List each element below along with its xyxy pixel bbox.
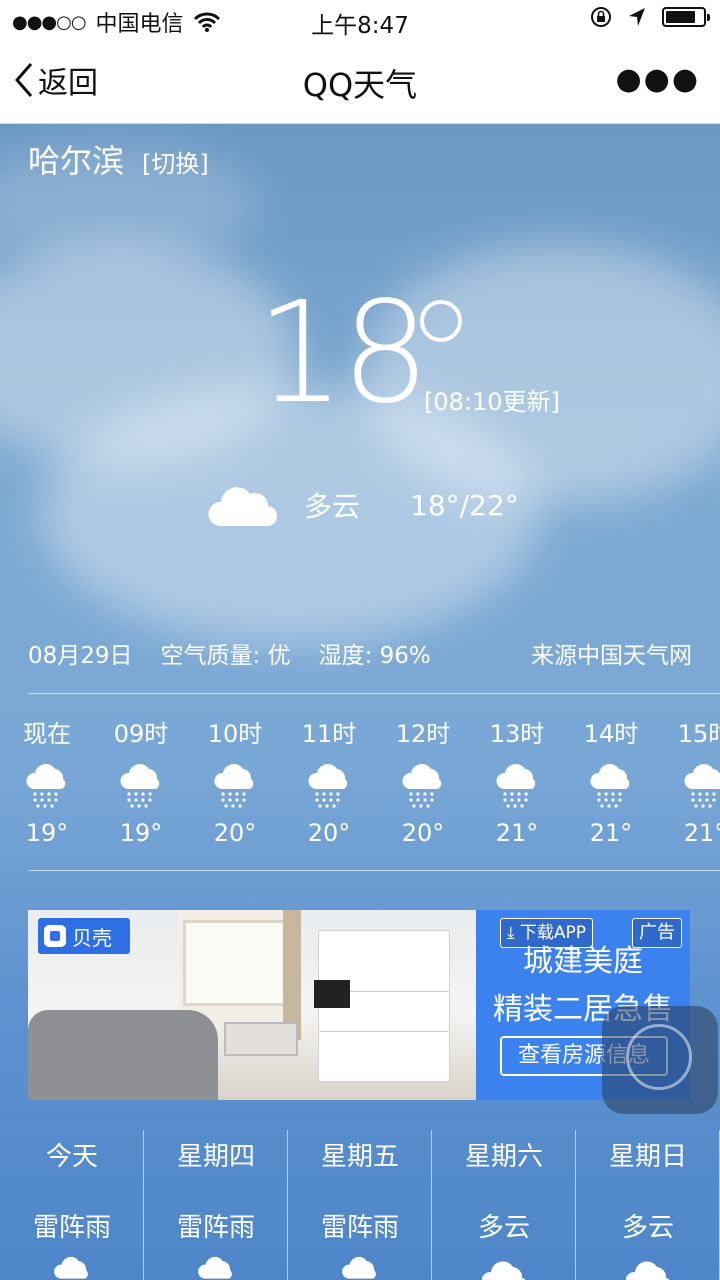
- date-text: 08月29日: [28, 643, 133, 669]
- location-arrow-icon: [629, 8, 645, 26]
- rotation-lock-icon: [591, 7, 611, 27]
- temperature-range: 18°/22°: [410, 488, 519, 522]
- day-label: 今天: [45, 1142, 98, 1172]
- more-icon[interactable]: ●●●: [615, 65, 700, 95]
- daily-item[interactable]: 今天 雷阵雨: [0, 1130, 144, 1280]
- battery-level: [666, 11, 695, 23]
- rain-cloud-icon: [120, 764, 160, 808]
- hour-temperature: 20°: [307, 819, 351, 847]
- hourly-item: 14时 21°: [564, 714, 658, 864]
- rain-cloud-icon: [54, 1256, 88, 1279]
- hourly-item: 现在 19°: [0, 714, 94, 864]
- degree-symbol: [420, 300, 462, 342]
- page-title: QQ天气: [302, 66, 418, 104]
- hour-label: 12时: [395, 720, 451, 748]
- day-label: 星期日: [608, 1142, 687, 1172]
- floating-assistive-button[interactable]: [602, 1006, 718, 1114]
- nav-bar: 返回 QQ天气 ●●●: [0, 40, 720, 124]
- ad-banner[interactable]: 贝壳 ⤓ 下载APP 广告 城建美庭 精装二居急售 查看房源信息: [28, 910, 690, 1100]
- update-time: [08:10更新]: [424, 388, 560, 416]
- hour-temperature: 19°: [25, 819, 69, 847]
- rain-cloud-icon: [26, 764, 66, 808]
- day-condition: 雷阵雨: [320, 1213, 399, 1243]
- daily-forecast: 今天 雷阵雨 星期四 雷阵雨 星期五 雷阵雨 星期六 多云 星期日 多云: [0, 1130, 720, 1280]
- hourly-item: 10时 20°: [188, 714, 282, 864]
- hour-temperature: 20°: [213, 819, 257, 847]
- condition-text: 多云: [304, 490, 361, 523]
- hour-temperature: 21°: [589, 819, 633, 847]
- cloud-icon: [208, 487, 278, 527]
- hour-label: 14时: [583, 720, 639, 748]
- status-bar: ●●●○○ 中国电信 上午8:47: [0, 0, 720, 40]
- day-label: 星期五: [320, 1142, 399, 1172]
- hourly-item: 15时 21°: [658, 714, 720, 864]
- ad-image-table: [224, 1022, 298, 1056]
- rain-cloud-icon: [496, 764, 536, 808]
- status-right: [590, 6, 710, 28]
- rain-cloud-icon: [684, 764, 720, 808]
- hour-label: 15时: [677, 720, 720, 748]
- ad-image-tv: [314, 980, 350, 1008]
- hour-label: 现在: [23, 720, 71, 748]
- source-text: 来源中国天气网: [531, 643, 692, 669]
- ad-brand-name: 贝壳: [72, 925, 112, 950]
- rain-cloud-icon: [198, 1256, 232, 1279]
- current-temperature: 18: [256, 272, 430, 435]
- day-label: 星期四: [176, 1142, 255, 1172]
- cloud-icon: [626, 1261, 670, 1280]
- cloud-icon: [482, 1261, 526, 1280]
- hourly-item: 13时 21°: [470, 714, 564, 864]
- ad-image-window: [183, 920, 289, 1006]
- info-row: 08月29日 空气质量: 优 湿度: 96% 来源中国天气网: [28, 636, 692, 670]
- day-condition: 多云: [621, 1213, 674, 1243]
- hourly-item: 11时 20°: [282, 714, 376, 864]
- condition-row: 多云 18°/22°: [206, 480, 519, 530]
- hourly-forecast[interactable]: 现在 19° 09时 19° 10时 20° 11时 20° 12时 20° 13时 21° 14时 21…: [0, 714, 720, 864]
- city-row: 哈尔滨 [切换]: [28, 136, 209, 182]
- switch-city-link[interactable]: [切换]: [142, 144, 209, 179]
- daily-item[interactable]: 星期六 多云: [432, 1130, 576, 1280]
- divider: [28, 693, 720, 694]
- day-condition: 雷阵雨: [32, 1213, 111, 1243]
- rain-cloud-icon: [342, 1256, 376, 1279]
- daily-item[interactable]: 星期五 雷阵雨: [288, 1130, 432, 1280]
- rain-cloud-icon: [214, 764, 254, 808]
- ad-headline: 城建美庭: [523, 944, 643, 979]
- daily-item[interactable]: 星期四 雷阵雨: [144, 1130, 288, 1280]
- daily-item[interactable]: 星期日 多云: [576, 1130, 720, 1280]
- rain-cloud-icon: [402, 764, 442, 808]
- rain-cloud-icon: [308, 764, 348, 808]
- hour-label: 13时: [489, 720, 545, 748]
- day-label: 星期六: [464, 1142, 543, 1172]
- rain-cloud-icon: [590, 764, 630, 808]
- humidity: 湿度: 96%: [318, 643, 431, 669]
- day-condition: 多云: [477, 1213, 530, 1243]
- hour-temperature: 21°: [683, 819, 720, 847]
- hour-temperature: 20°: [401, 819, 445, 847]
- air-quality: 空气质量: 优: [160, 643, 291, 669]
- divider: [28, 870, 720, 871]
- hourly-item: 12时 20°: [376, 714, 470, 864]
- ad-image-curtain: [283, 910, 301, 1040]
- hour-label: 09时: [113, 720, 169, 748]
- city-name: 哈尔滨: [28, 142, 125, 180]
- hour-label: 10时: [207, 720, 263, 748]
- hourly-item: 09时 19°: [94, 714, 188, 864]
- hour-temperature: 21°: [495, 819, 539, 847]
- ad-brand-logo: 贝壳: [38, 918, 130, 954]
- day-condition: 雷阵雨: [176, 1213, 255, 1243]
- ad-image-sofa: [28, 1010, 218, 1100]
- hour-label: 11时: [301, 720, 357, 748]
- house-icon: [44, 925, 66, 947]
- hour-temperature: 19°: [119, 819, 163, 847]
- battery-icon: [662, 7, 710, 27]
- weather-panel: 哈尔滨 [切换] 18 [08:10更新] 多云 18°/22° 08月29日 …: [0, 124, 720, 1280]
